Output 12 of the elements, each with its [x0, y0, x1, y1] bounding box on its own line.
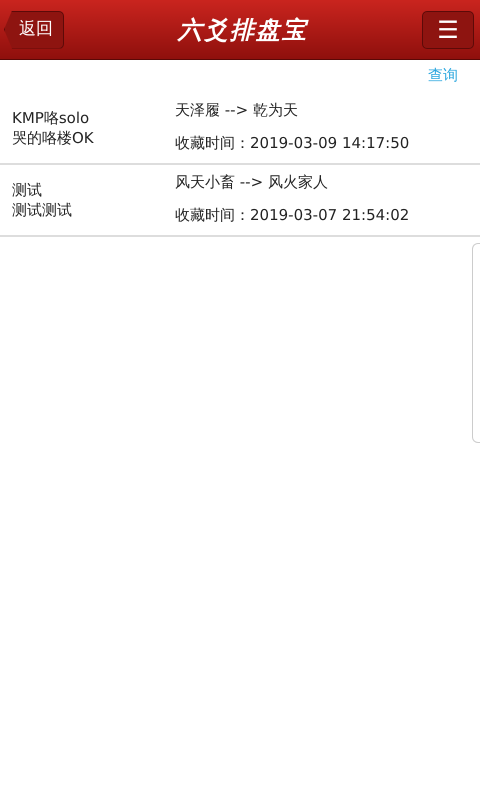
hexagram-change: 天泽履 --> 乾为天: [175, 100, 299, 120]
app-title: 六爻排盘宝: [178, 14, 308, 46]
record-name: 测试测试: [12, 200, 73, 220]
back-button[interactable]: 返回: [4, 10, 64, 48]
menu-button[interactable]: ☰: [422, 10, 474, 48]
record-name: 测试: [12, 180, 43, 200]
hexagram-change: 风天小畜 --> 风火家人: [175, 172, 329, 192]
side-tab[interactable]: [472, 243, 480, 443]
saved-time: 收藏时间：2019-03-09 14:17:50: [175, 133, 410, 154]
record-name: KMP咯solo: [12, 108, 90, 128]
saved-time: 收藏时间：2019-03-07 21:54:02: [175, 205, 410, 226]
record-name: 哭的咯楼OK: [12, 128, 95, 148]
